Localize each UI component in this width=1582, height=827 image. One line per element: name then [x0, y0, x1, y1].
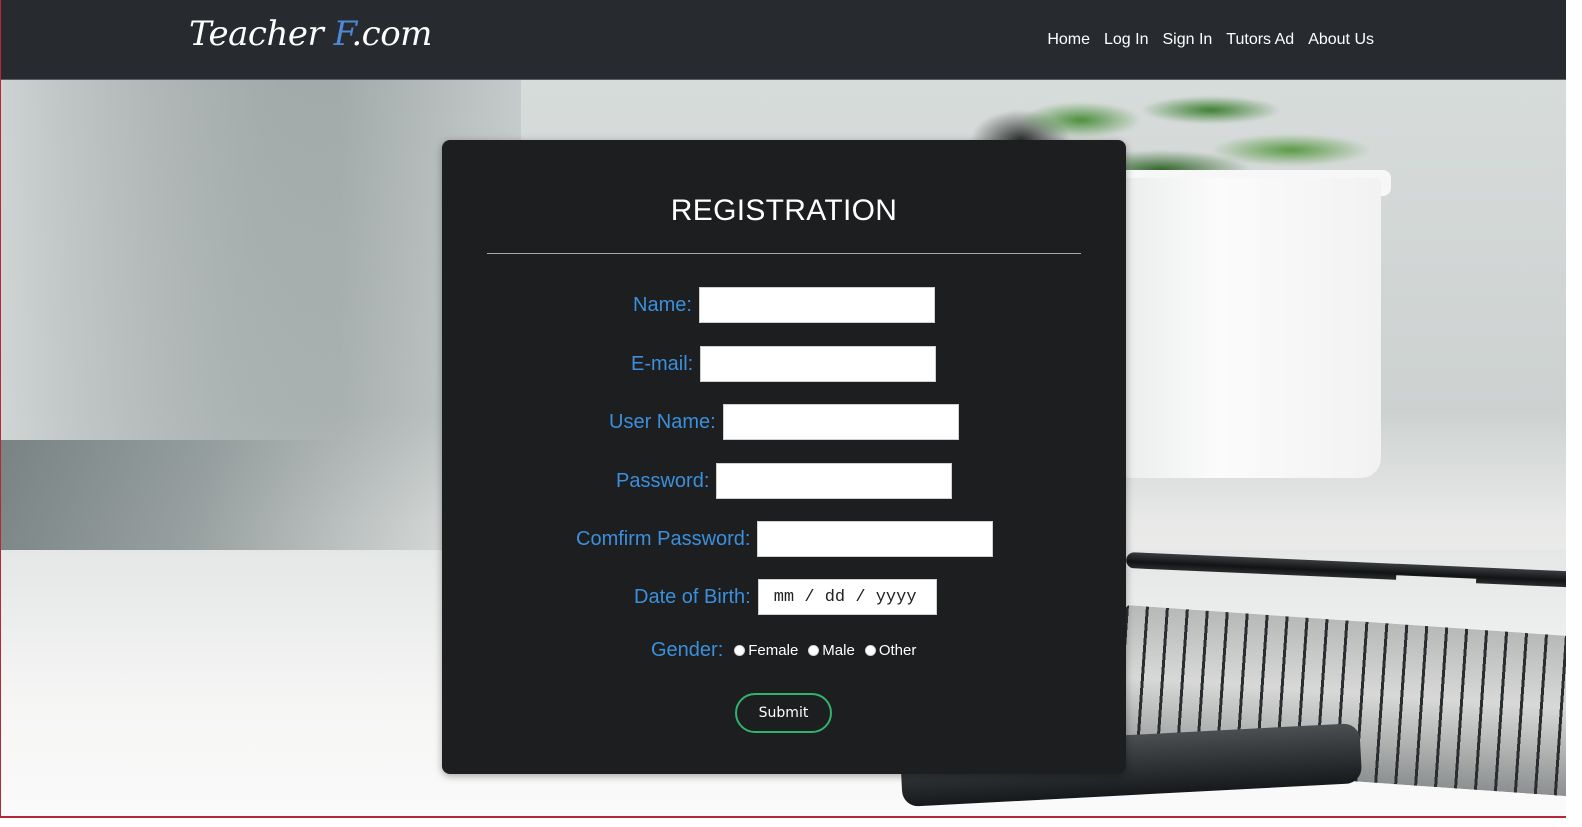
female-label: Female — [748, 641, 799, 659]
nav-link-sign-in[interactable]: Sign In — [1162, 31, 1212, 49]
submit-button[interactable]: Submit — [735, 693, 832, 733]
username-row: User Name: — [442, 404, 1126, 440]
page-frame: Teacher F.com Home Log In Sign In Tutors… — [0, 0, 1566, 818]
other-label: Other — [878, 641, 917, 659]
logo-accent-text: F — [333, 14, 352, 54]
gender-label: Gender: — [651, 638, 724, 661]
dob-label: Date of Birth: — [634, 585, 751, 608]
logo-suffix-text: .com — [351, 14, 432, 54]
nav-link-log-in[interactable]: Log In — [1104, 31, 1148, 49]
nav-link-home[interactable]: Home — [1047, 31, 1090, 49]
nav-link-tutors-ad[interactable]: Tutors Ad — [1226, 31, 1294, 49]
registration-card: REGISTRATION Name: E-mail: User Name: Pa… — [442, 140, 1126, 774]
male-radio[interactable] — [808, 644, 820, 656]
form-title: REGISTRATION — [670, 194, 898, 227]
username-label: User Name: — [609, 410, 716, 433]
dob-placeholder: mm / dd / yyyy — [773, 587, 917, 607]
confirm-password-row: Comfirm Password: — [442, 521, 1126, 557]
name-label: Name: — [633, 293, 692, 316]
password-row: Password: — [442, 463, 1126, 499]
site-logo[interactable]: Teacher F.com — [189, 14, 432, 54]
password-input[interactable] — [716, 463, 953, 499]
title-divider — [487, 253, 1081, 254]
name-row: Name: — [442, 287, 1126, 323]
email-row: E-mail: — [442, 346, 1126, 382]
gender-option-other[interactable]: Other — [864, 641, 917, 659]
confirm-password-label: Comfirm Password: — [576, 527, 751, 550]
logo-main-text: Teacher — [189, 14, 334, 54]
male-label: Male — [822, 641, 855, 659]
background-plant-pot — [1111, 178, 1381, 478]
confirm-password-input[interactable] — [757, 521, 994, 557]
email-input[interactable] — [700, 346, 937, 382]
username-input[interactable] — [722, 404, 959, 440]
gender-option-female[interactable]: Female — [734, 642, 798, 659]
dob-row: Date of Birth: mm / dd / yyyy — [442, 579, 1126, 615]
gender-option-male[interactable]: Male — [808, 642, 855, 659]
nav-link-about-us[interactable]: About Us — [1308, 31, 1374, 49]
email-label: E-mail: — [631, 352, 694, 375]
nav-links: Home Log In Sign In Tutors Ad About Us — [1047, 31, 1374, 49]
top-navbar: Teacher F.com Home Log In Sign In Tutors… — [1, 0, 1566, 80]
background-window-light — [1, 80, 341, 440]
female-radio[interactable] — [734, 644, 746, 656]
other-radio[interactable] — [864, 644, 876, 656]
name-input[interactable] — [698, 287, 935, 323]
password-label: Password: — [616, 469, 710, 492]
dob-date-input[interactable]: mm / dd / yyyy — [757, 579, 937, 615]
gender-row: Gender: Female Male Other — [442, 637, 1126, 663]
